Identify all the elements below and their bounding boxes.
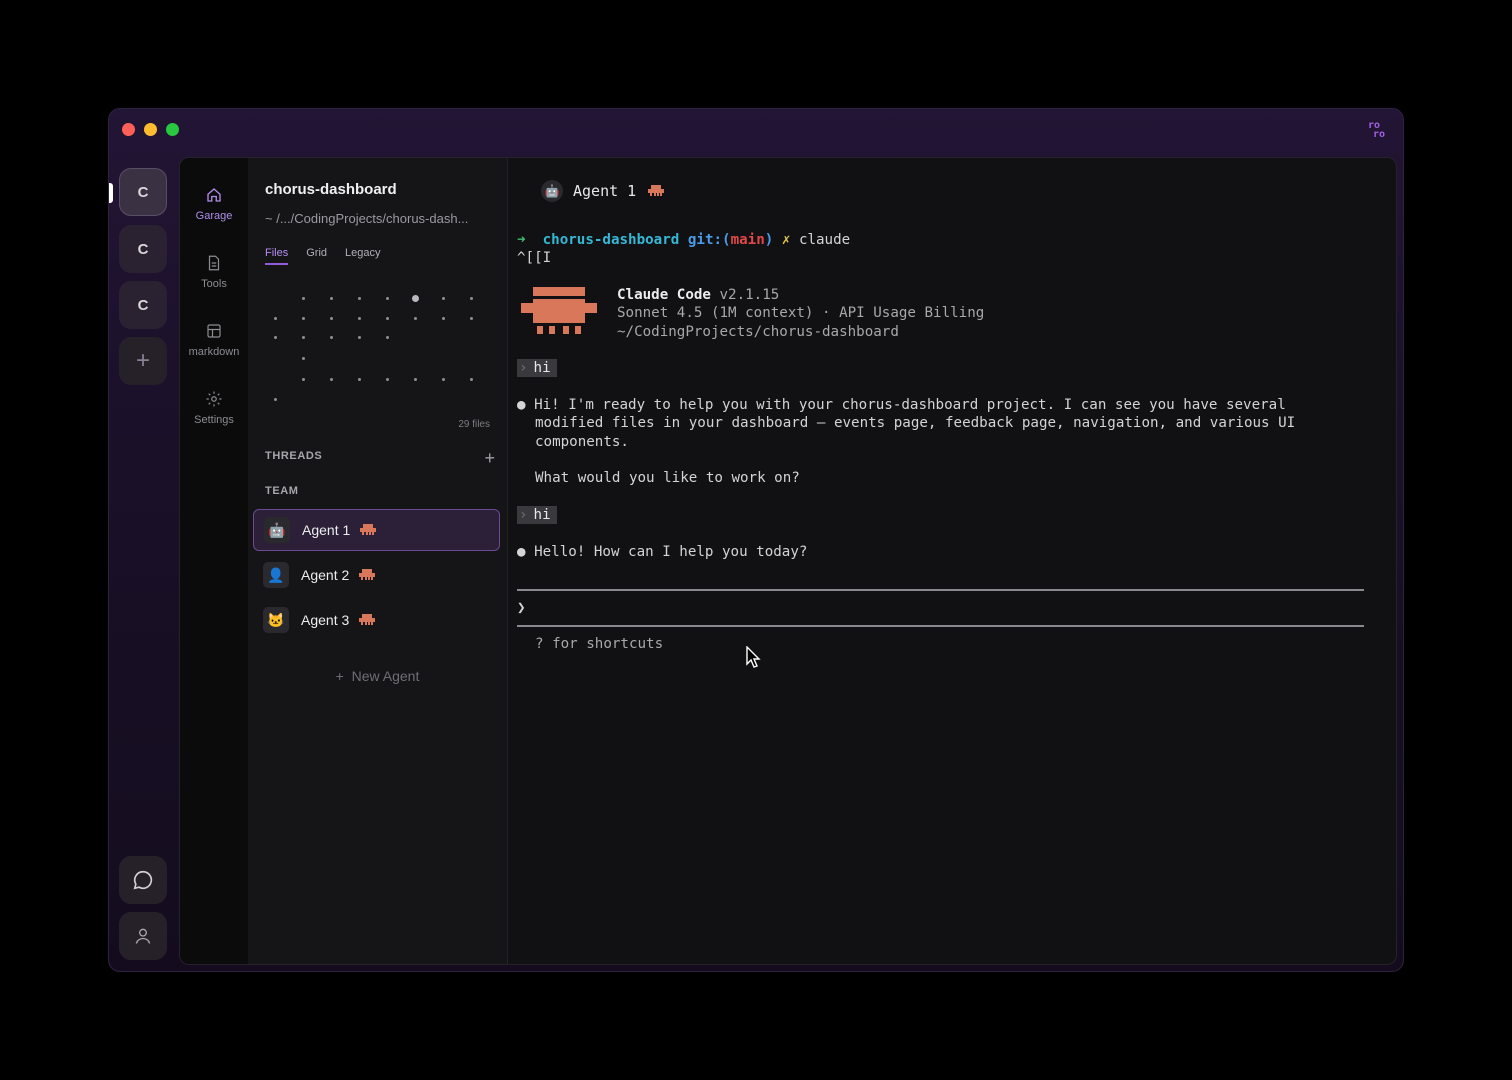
nav-item-settings[interactable]: Settings: [180, 390, 248, 426]
shortcuts-hint: ? for shortcuts: [535, 636, 664, 652]
nav-item-garage[interactable]: Garage: [180, 186, 248, 222]
home-icon: [207, 188, 221, 202]
file-dot-grid[interactable]: [265, 286, 485, 406]
active-workspace-indicator: [109, 183, 113, 203]
input-prompt[interactable]: ❯: [517, 599, 526, 617]
app-window: ro ro C C C + Garage Tools markdown Sett…: [108, 108, 1404, 972]
assistant-reply-1-line-2: modified files in your dashboard – event…: [535, 415, 1296, 431]
user-message-1: › hi: [517, 359, 557, 377]
workspace-button-1[interactable]: C: [119, 168, 167, 216]
chat-bubble-icon: [133, 870, 153, 890]
view-tabs: Files Grid Legacy: [265, 247, 399, 265]
tab-files[interactable]: Files: [265, 247, 289, 265]
primary-nav: Garage Tools markdown Settings: [180, 158, 248, 964]
agent-row-1[interactable]: 🤖 Agent 1: [253, 509, 500, 551]
assistant-reply-2: ● Hello! How can I help you today?: [517, 544, 808, 560]
person-avatar-icon: 👤: [263, 562, 289, 588]
files-count: 29 files: [458, 419, 490, 430]
agent-name: Agent 3: [301, 612, 350, 628]
nav-item-markdown[interactable]: markdown: [180, 322, 248, 358]
robot-avatar-icon: 🤖: [541, 180, 563, 202]
chat-button[interactable]: [119, 856, 167, 904]
project-panel: chorus-dashboard ~ /.../CodingProjects/c…: [248, 158, 508, 964]
workspace-button-3[interactable]: C: [119, 281, 167, 329]
main-frame: Garage Tools markdown Settings chorus-da…: [179, 157, 1397, 965]
assistant-reply-1-line-3: components.: [535, 434, 629, 450]
zoom-window-button[interactable]: [166, 123, 179, 136]
input-bottom-divider: [517, 625, 1364, 627]
new-agent-button[interactable]: + New Agent: [248, 668, 507, 684]
cat-avatar-icon: 🐱: [263, 607, 289, 633]
claude-code-logo: [521, 287, 597, 334]
robot-avatar-icon: 🤖: [264, 517, 290, 543]
terminal-agent-name: Agent 1: [573, 182, 637, 200]
workspace-button-2[interactable]: C: [119, 225, 167, 273]
team-header: TEAM: [265, 485, 299, 497]
assistant-reply-1: ● Hi! I'm ready to help you with your ch…: [517, 397, 1286, 413]
layout-icon: [207, 324, 221, 338]
document-icon: [208, 255, 220, 271]
minimize-window-button[interactable]: [144, 123, 157, 136]
claude-badge-icon: [360, 524, 377, 535]
user-icon: [135, 928, 151, 944]
banner-model: Sonnet 4.5 (1M context) · API Usage Bill…: [617, 305, 985, 321]
assistant-reply-1-line-4: What would you like to work on?: [535, 470, 800, 486]
gear-icon: [206, 391, 222, 407]
input-top-divider: [517, 589, 1364, 591]
project-path: ~ /.../CodingProjects/chorus-dash...: [265, 211, 469, 226]
project-title: chorus-dashboard: [265, 181, 397, 198]
user-message-2: › hi: [517, 506, 557, 524]
agent-row-3[interactable]: 🐱 Agent 3: [253, 599, 500, 641]
tab-grid[interactable]: Grid: [306, 247, 327, 265]
claude-badge-icon: [359, 614, 376, 625]
add-thread-button[interactable]: +: [484, 448, 495, 469]
tab-legacy[interactable]: Legacy: [345, 247, 380, 265]
banner-path: ~/CodingProjects/chorus-dashboard: [617, 324, 899, 340]
claude-badge-icon: [359, 569, 376, 580]
banner-title: Claude Code v2.1.15: [617, 287, 780, 303]
terminal-header: 🤖 Agent 1: [541, 180, 665, 202]
agent-row-2[interactable]: 👤 Agent 2: [253, 554, 500, 596]
close-window-button[interactable]: [122, 123, 135, 136]
app-brand-mark: ro ro: [1367, 120, 1385, 140]
claude-badge-icon: [648, 185, 665, 196]
nav-item-tools[interactable]: Tools: [180, 254, 248, 290]
terminal-pane[interactable]: 🤖 Agent 1 ➜ chorus-dashboard git:(main) …: [508, 158, 1396, 964]
profile-button[interactable]: [119, 912, 167, 960]
add-workspace-button[interactable]: +: [119, 337, 167, 385]
agent-name: Agent 1: [302, 522, 351, 538]
plus-icon: +: [335, 668, 344, 684]
agent-name: Agent 2: [301, 567, 350, 583]
mouse-pointer-icon: [746, 646, 761, 668]
shell-command-line: ➜ chorus-dashboard git:(main) ✗ claude: [517, 232, 851, 248]
escape-sequence-line: ^[[I: [517, 250, 552, 266]
threads-header: THREADS: [265, 450, 323, 462]
